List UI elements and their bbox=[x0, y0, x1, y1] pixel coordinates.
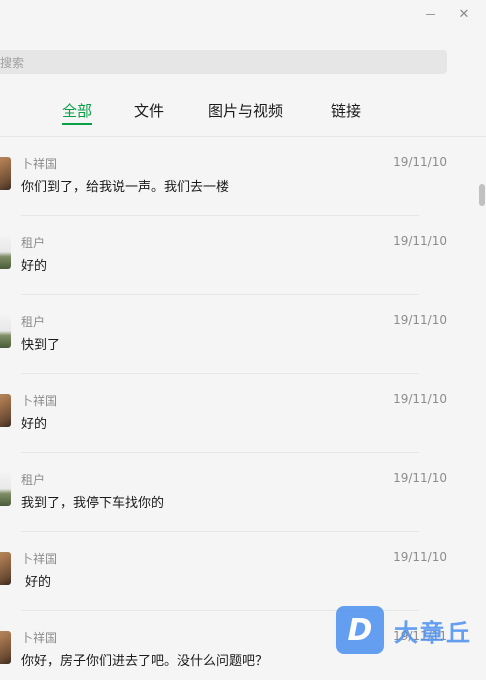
avatar[interactable] bbox=[0, 394, 11, 427]
tab-files[interactable]: 文件 bbox=[134, 100, 164, 121]
message-list: 卜祥国 19/11/10 你们到了，给我说一声。我们去一楼 租户 19/11/1… bbox=[0, 137, 486, 680]
list-item[interactable]: 租户 19/11/10 快到了 bbox=[0, 295, 486, 374]
sender-name: 卜祥国 bbox=[21, 552, 58, 566]
avatar[interactable] bbox=[0, 315, 11, 348]
message-date: 19/11/10 bbox=[393, 471, 447, 485]
scrollbar-thumb[interactable] bbox=[479, 184, 485, 206]
message-date: 19/11/10 bbox=[393, 234, 447, 248]
message-text: 好的 bbox=[25, 575, 52, 590]
avatar[interactable] bbox=[0, 236, 11, 269]
watermark: D 大章丘 bbox=[336, 606, 472, 654]
list-item[interactable]: 卜祥国 19/11/10 好的 bbox=[0, 532, 486, 611]
tab-bar: 全部 文件 图片与视频 链接 bbox=[0, 96, 486, 136]
avatar[interactable] bbox=[0, 473, 11, 506]
sender-name: 租户 bbox=[21, 473, 46, 487]
sender-name: 卜祥国 bbox=[21, 631, 58, 645]
sender-name: 卜祥国 bbox=[21, 157, 58, 171]
minimize-button[interactable] bbox=[416, 0, 444, 28]
message-text: 你好，房子你们进去了吧。没什么问题吧？ bbox=[21, 654, 269, 669]
list-item[interactable]: 卜祥国 19/11/10 你们到了，给我说一声。我们去一楼 bbox=[0, 137, 486, 216]
active-tab-indicator bbox=[62, 123, 92, 125]
search-input[interactable]: 搜索 bbox=[0, 50, 447, 74]
avatar[interactable] bbox=[0, 157, 11, 190]
message-date: 19/11/10 bbox=[393, 550, 447, 564]
avatar[interactable] bbox=[0, 631, 11, 664]
watermark-text: 大章丘 bbox=[394, 618, 472, 647]
sender-name: 租户 bbox=[21, 236, 46, 250]
sender-name: 租户 bbox=[21, 315, 46, 329]
tab-links[interactable]: 链接 bbox=[331, 100, 361, 121]
message-text: 你们到了，给我说一声。我们去一楼 bbox=[21, 180, 230, 195]
sender-name: 卜祥国 bbox=[21, 394, 58, 408]
tab-all[interactable]: 全部 bbox=[62, 100, 92, 121]
list-item[interactable]: 租户 19/11/10 我到了，我停下车找你的 bbox=[0, 453, 486, 532]
close-icon: ✕ bbox=[458, 6, 470, 22]
search-placeholder: 搜索 bbox=[0, 55, 25, 70]
message-text: 好的 bbox=[21, 417, 48, 432]
message-text: 我到了，我停下车找你的 bbox=[21, 496, 165, 511]
message-text: 好的 bbox=[21, 259, 48, 274]
list-item[interactable]: 租户 19/11/10 好的 bbox=[0, 216, 486, 295]
tab-images-videos[interactable]: 图片与视频 bbox=[208, 100, 283, 121]
message-text: 快到了 bbox=[21, 338, 61, 353]
watermark-logo: D bbox=[336, 606, 384, 654]
message-date: 19/11/10 bbox=[393, 313, 447, 327]
close-button[interactable]: ✕ bbox=[450, 0, 478, 28]
message-date: 19/11/10 bbox=[393, 155, 447, 169]
list-item[interactable]: 卜祥国 19/11/10 好的 bbox=[0, 374, 486, 453]
avatar[interactable] bbox=[0, 552, 11, 585]
window-controls: ✕ bbox=[406, 0, 486, 28]
message-date: 19/11/10 bbox=[393, 392, 447, 406]
minimize-icon bbox=[425, 13, 435, 15]
